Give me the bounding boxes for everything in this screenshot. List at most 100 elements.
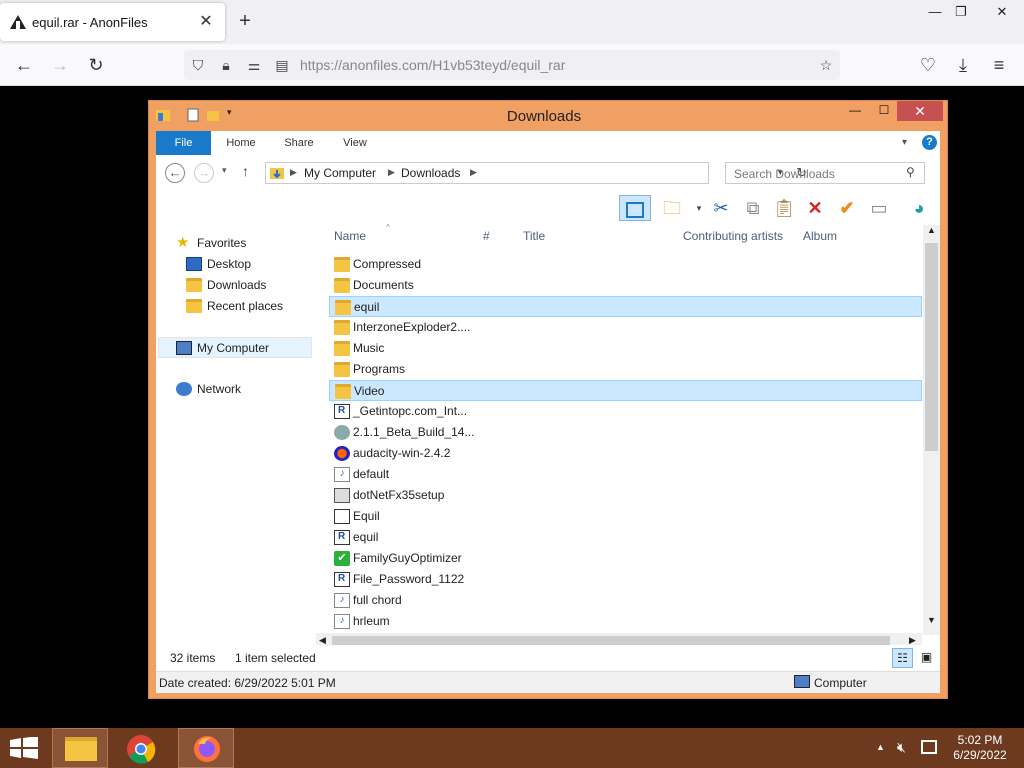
breadcrumb-separator-icon[interactable]: ▶: [290, 167, 297, 178]
downloads-icon[interactable]: ⤓: [950, 53, 976, 77]
help-icon[interactable]: ?: [922, 135, 937, 150]
column-title[interactable]: Title: [523, 229, 545, 243]
address-bar[interactable]: ▶ My Computer ▶ Downloads ▶ ▾ ↻: [265, 162, 807, 184]
vertical-scroll-thumb[interactable]: [925, 243, 938, 451]
show-hidden-icons-icon[interactable]: ▲: [876, 742, 885, 752]
file-name: Compressed: [353, 257, 422, 271]
large-icons-view-icon[interactable]: ▣: [916, 648, 937, 668]
tab-close-icon[interactable]: ✕: [196, 12, 216, 32]
preview-pane-icon[interactable]: [619, 195, 651, 221]
volume-muted-icon[interactable]: 🔇︎: [897, 739, 906, 756]
nav-my-computer[interactable]: My Computer: [158, 337, 312, 358]
bookmark-star-icon[interactable]: ☆: [816, 55, 836, 75]
url-bar[interactable]: ⛉ 🔒︎ ⚌ ▤ https://anonfiles.com/H1vb53tey…: [184, 50, 840, 80]
tab-title: equil.rar - AnonFiles: [32, 15, 148, 30]
paste-icon[interactable]: 📋︎: [771, 195, 797, 221]
file-row[interactable]: Music: [329, 338, 922, 359]
menu-icon[interactable]: ≡: [986, 53, 1012, 77]
column-number[interactable]: #: [483, 229, 490, 243]
explorer-maximize-button[interactable]: ☐: [871, 103, 897, 121]
folder-options-icon[interactable]: 🗀: [659, 195, 685, 221]
column-name[interactable]: Name: [334, 229, 366, 243]
file-row[interactable]: ♪ default: [329, 464, 922, 485]
browser-restore-button[interactable]: ❐: [946, 2, 976, 22]
file-row[interactable]: ♪ full chord: [329, 590, 922, 611]
explorer-titlebar[interactable]: ▾ Downloads — ☐ ✕: [149, 101, 947, 131]
file-row[interactable]: equil: [329, 296, 922, 317]
up-arrow-icon[interactable]: ↑: [242, 163, 249, 179]
taskbar-chrome[interactable]: [113, 728, 169, 768]
windows-start-icon[interactable]: [10, 737, 38, 759]
file-row[interactable]: ♪ hrleum: [329, 611, 922, 632]
clock-date: 6/29/2022: [953, 748, 1007, 762]
file-row[interactable]: Compressed: [329, 254, 922, 275]
taskbar-explorer[interactable]: [52, 728, 108, 768]
permissions-icon[interactable]: ⚌: [244, 55, 264, 75]
file-row[interactable]: _Getintopc.com_Int...: [329, 401, 922, 422]
browser-tab[interactable]: equil.rar - AnonFiles ✕: [0, 3, 225, 41]
column-album[interactable]: Album: [803, 229, 837, 243]
selection-count: 1 item selected: [235, 651, 316, 665]
properties-check-icon[interactable]: ✔: [834, 195, 860, 221]
file-row[interactable]: audacity-win-2.4.2: [329, 443, 922, 464]
ribbon-expand-icon[interactable]: ▾: [902, 137, 907, 148]
search-icon[interactable]: ⚲: [906, 165, 915, 179]
file-row[interactable]: File_Password_1122: [329, 569, 922, 590]
breadcrumb-my-computer[interactable]: My Computer: [304, 166, 376, 180]
tab-file[interactable]: File: [156, 131, 211, 155]
back-arrow-icon[interactable]: ←: [11, 53, 37, 77]
url-text[interactable]: https://anonfiles.com/H1vb53teyd/equil_r…: [300, 57, 565, 73]
tab-view[interactable]: View: [334, 131, 376, 155]
back-button[interactable]: ←: [165, 163, 185, 183]
search-input[interactable]: Search Downloads ⚲: [725, 162, 925, 184]
reader-icon[interactable]: ▤: [272, 55, 292, 75]
file-row[interactable]: InterzoneExploder2....: [329, 317, 922, 338]
folder-icon: [334, 257, 350, 272]
recent-locations-icon[interactable]: ▾: [222, 165, 227, 176]
tab-home[interactable]: Home: [218, 131, 264, 155]
shield-icon[interactable]: ⛉: [188, 55, 208, 75]
breadcrumb-separator-icon[interactable]: ▶: [388, 167, 395, 178]
file-name: dotNetFx35setup: [353, 488, 445, 502]
cut-icon[interactable]: ✂: [708, 195, 734, 221]
forward-arrow-icon[interactable]: →: [47, 53, 73, 77]
file-row[interactable]: ✔ FamilyGuyOptimizer: [329, 548, 922, 569]
nav-desktop[interactable]: Desktop: [186, 254, 306, 274]
lock-icon[interactable]: 🔒︎: [216, 55, 236, 75]
breadcrumb-downloads[interactable]: Downloads: [401, 166, 460, 180]
file-name: Video: [354, 384, 385, 398]
details-view-icon[interactable]: ☷: [892, 648, 913, 668]
breadcrumb-separator-icon[interactable]: ▶: [470, 167, 477, 178]
column-contributing-artists[interactable]: Contributing artists: [683, 229, 783, 243]
taskbar-firefox[interactable]: [178, 728, 234, 768]
nav-downloads[interactable]: Downloads: [186, 275, 306, 295]
rename-icon[interactable]: ▭: [866, 195, 892, 221]
shell-icon[interactable]: ◕: [906, 195, 932, 221]
file-row[interactable]: Documents: [329, 275, 922, 296]
explorer-close-button[interactable]: ✕: [897, 101, 943, 121]
clock[interactable]: 5:02 PM 6/29/2022: [940, 733, 1020, 763]
nav-network[interactable]: Network: [176, 379, 306, 399]
copy-icon[interactable]: ⧉: [740, 195, 766, 221]
network-tray-icon[interactable]: [921, 740, 937, 754]
file-row[interactable]: Equil: [329, 506, 922, 527]
reload-icon[interactable]: ↻: [83, 53, 109, 77]
file-row[interactable]: dotNetFx35setup: [329, 485, 922, 506]
delete-icon[interactable]: ✕: [802, 195, 828, 221]
nav-favorites[interactable]: ★ Favorites: [176, 233, 306, 253]
explorer-minimize-button[interactable]: —: [842, 103, 868, 121]
file-row[interactable]: equil: [329, 527, 922, 548]
tab-share[interactable]: Share: [276, 131, 322, 155]
file-row[interactable]: Video: [329, 380, 922, 401]
nav-recent-places[interactable]: Recent places: [186, 296, 306, 316]
vertical-scrollbar[interactable]: ▲ ▼: [923, 225, 940, 635]
forward-button[interactable]: →: [194, 163, 214, 183]
file-row[interactable]: Programs: [329, 359, 922, 380]
scroll-down-icon[interactable]: ▼: [927, 615, 936, 625]
new-tab-button[interactable]: +: [234, 10, 256, 32]
pocket-icon[interactable]: ♡: [915, 53, 941, 77]
browser-close-button[interactable]: ✕: [987, 2, 1017, 22]
file-row[interactable]: 2.1.1_Beta_Build_14...: [329, 422, 922, 443]
setup-icon: [334, 488, 350, 503]
scroll-up-icon[interactable]: ▲: [927, 225, 936, 235]
